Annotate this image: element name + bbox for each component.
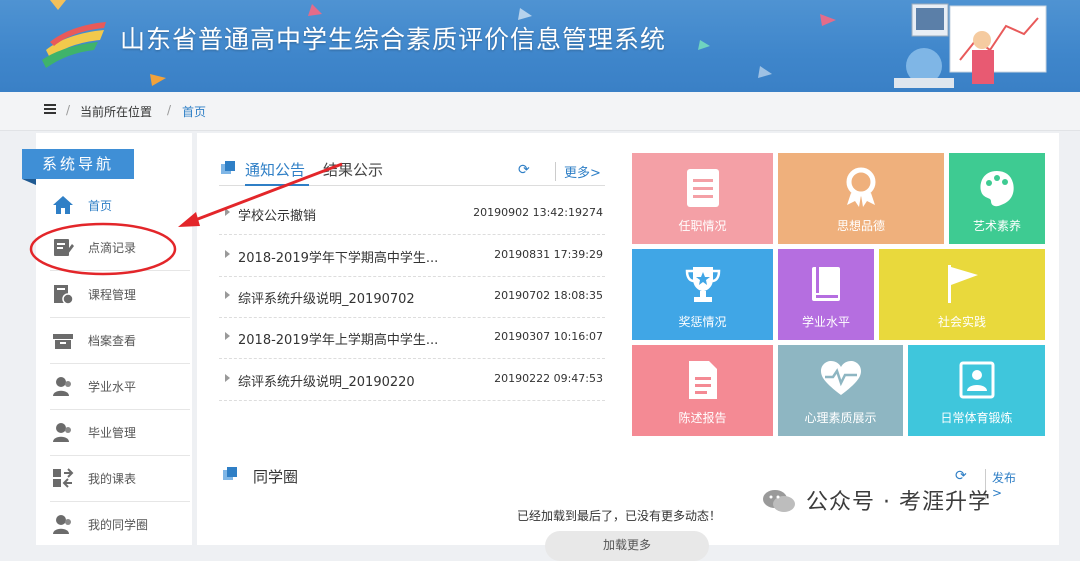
notice-item[interactable]: 学校公示撤销 20190902 13:42:19274 (219, 193, 605, 235)
trophy-icon (685, 267, 720, 302)
breadcrumb-separator: / (167, 103, 172, 117)
bullet-triangle-icon (225, 250, 230, 258)
section-square-icon (221, 161, 235, 174)
tile-label: 社会实践 (937, 315, 986, 329)
tab-active-underline (245, 184, 309, 186)
tile-awards[interactable]: 奖惩情况 (632, 249, 773, 340)
notice-title[interactable]: 学校公示撤销 (238, 205, 316, 224)
tile-morality[interactable]: 思想品德 (778, 153, 944, 244)
palette-icon (980, 171, 1014, 207)
bullet-triangle-icon (225, 332, 230, 340)
sidebar-item-schedule[interactable]: 我的课表 (50, 456, 190, 502)
heartbeat-icon (820, 361, 861, 395)
tile-label: 学业水平 (801, 315, 850, 329)
notice-title[interactable]: 综评系统升级说明_20190702 (238, 288, 415, 307)
breadcrumb-location-label: 当前所在位置 (80, 105, 153, 119)
notice-item[interactable]: 综评系统升级说明_20190220 20190222 09:47:53 (219, 359, 605, 401)
notice-title[interactable]: 2018-2019学年上学期高中学生... (238, 329, 438, 348)
more-link[interactable]: 更多> (555, 162, 601, 181)
id-card-icon (959, 361, 994, 399)
medal-icon (846, 167, 876, 207)
notice-item[interactable]: 2018-2019学年上学期高中学生... 20190307 10:16:07 (219, 317, 605, 359)
sidebar-item-records[interactable]: 点滴记录 (50, 225, 190, 271)
tile-arts[interactable]: 艺术素养 (949, 153, 1045, 244)
tile-academic[interactable]: 学业水平 (778, 249, 874, 340)
schedule-icon (53, 468, 74, 488)
tile-sports[interactable]: 日常体育锻炼 (908, 345, 1045, 436)
home-icon (53, 196, 73, 214)
clipboard-icon (686, 169, 719, 207)
user-icon (53, 377, 71, 396)
section-square-icon (223, 467, 237, 480)
menu-toggle-icon[interactable] (44, 104, 56, 114)
notice-date: 20190702 18:08:35 (494, 289, 603, 302)
breadcrumb-separator: / (66, 103, 71, 117)
sidebar: 系统导航 首页 点滴记录 课程管理 档案查看 学业水平 毕业管理 我的课表 我的… (22, 133, 192, 547)
notice-date: 20190831 17:39:29 (494, 248, 603, 261)
notice-item[interactable]: 2018-2019学年下学期高中学生... 20190831 17:39:29 (219, 235, 605, 277)
user-icon (53, 515, 71, 534)
notice-item[interactable]: 综评系统升级说明_20190702 20190702 18:08:35 (219, 276, 605, 318)
header-banner: 山东省普通高中学生综合素质评价信息管理系统 (0, 0, 1080, 92)
tab-results[interactable]: 结果公示 (323, 159, 383, 180)
sidebar-item-label: 课程管理 (88, 288, 137, 302)
sidebar-heading: 系统导航 (22, 149, 134, 185)
banner-illustration (894, 3, 1047, 88)
sidebar-item-label: 毕业管理 (88, 426, 137, 440)
user-icon (53, 423, 71, 442)
notice-title[interactable]: 2018-2019学年下学期高中学生... (238, 247, 438, 266)
system-logo (42, 22, 106, 68)
edit-record-icon (54, 239, 74, 256)
breadcrumb: / 当前所在位置 / 首页 (0, 92, 1080, 131)
course-icon (54, 285, 74, 305)
tile-label: 奖惩情况 (678, 315, 727, 329)
breadcrumb-current[interactable]: 首页 (182, 103, 206, 120)
sidebar-item-label: 档案查看 (88, 334, 137, 348)
tile-psychology[interactable]: 心理素质展示 (778, 345, 903, 436)
archive-icon (53, 334, 73, 349)
tile-label: 任职情况 (678, 219, 727, 233)
sidebar-item-label: 我的同学圈 (88, 518, 149, 532)
tile-positions[interactable]: 任职情况 (632, 153, 773, 244)
sidebar-item-home[interactable]: 首页 (50, 183, 190, 228)
document-icon (688, 361, 717, 399)
sidebar-item-courses[interactable]: 课程管理 (50, 272, 190, 318)
tab-notices[interactable]: 通知公告 (245, 159, 305, 180)
book-icon (812, 267, 840, 301)
bullet-triangle-icon (225, 208, 230, 216)
sidebar-item-classmates[interactable]: 我的同学圈 (50, 502, 190, 547)
refresh-icon[interactable]: ⟳ (955, 468, 967, 484)
notice-date: 20190902 13:42:19274 (473, 206, 603, 219)
tile-label: 陈述报告 (678, 411, 727, 425)
tile-label: 心理素质展示 (804, 411, 877, 425)
refresh-icon[interactable]: ⟳ (518, 162, 530, 178)
tile-label: 艺术素养 (972, 219, 1021, 233)
sidebar-item-graduation[interactable]: 毕业管理 (50, 410, 190, 456)
notice-tabs: 通知公告 结果公示 ⟳ 更多> (219, 155, 605, 186)
end-of-feed-message: 已经加载到最后了，已没有更多动态！ (517, 509, 722, 523)
sidebar-item-archive[interactable]: 档案查看 (50, 318, 190, 364)
sidebar-item-label: 点滴记录 (88, 241, 137, 255)
load-more-button[interactable]: 加载更多 (545, 531, 709, 561)
classmates-title: 同学圈 (253, 468, 299, 486)
sidebar-item-label: 学业水平 (88, 380, 137, 394)
watermark-text: 公众号 · 考涯升学 (806, 490, 991, 515)
bullet-triangle-icon (225, 374, 230, 382)
notice-date: 20190222 09:47:53 (494, 372, 603, 385)
system-title: 山东省普通高中学生综合素质评价信息管理系统 (120, 25, 667, 54)
sidebar-item-academic[interactable]: 学业水平 (50, 364, 190, 410)
tile-label: 思想品德 (836, 219, 885, 233)
sidebar-item-label: 我的课表 (88, 472, 137, 486)
notice-date: 20190307 10:16:07 (494, 330, 603, 343)
tile-social-practice[interactable]: 社会实践 (879, 249, 1045, 340)
bullet-triangle-icon (225, 291, 230, 299)
sidebar-item-label: 首页 (88, 199, 113, 213)
tile-statement[interactable]: 陈述报告 (632, 345, 773, 436)
notice-title[interactable]: 综评系统升级说明_20190220 (238, 371, 415, 390)
flag-icon (948, 265, 978, 303)
tile-label: 日常体育锻炼 (940, 411, 1013, 425)
wechat-icon (763, 490, 795, 512)
